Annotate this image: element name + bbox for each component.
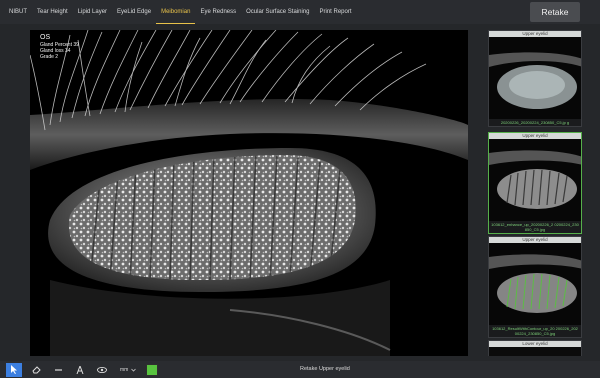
view-tool-button[interactable] [94, 363, 110, 377]
gland-analysis-readout: OS Gland Percent 39 Gland loss 34 Grade … [40, 34, 79, 60]
tab-eyelid-edge[interactable]: EyeLid Edge [112, 0, 156, 24]
eraser-tool-button[interactable] [28, 363, 44, 377]
bottom-toolbar: mm Retake Upper eyelid [0, 361, 600, 378]
thumbnail-filename: 103612_enhance_up_20200226_2 0200224_230… [489, 221, 581, 233]
tab-meibomian[interactable]: Meibomian [156, 0, 196, 24]
thumbnail-image [489, 37, 581, 119]
tab-eye-redness[interactable]: Eye Redness [195, 0, 241, 24]
tab-lipid-layer[interactable]: Lipid Layer [73, 0, 112, 24]
thumbnail-image [489, 347, 581, 356]
thumbnail-item[interactable]: Lower eyelid [488, 340, 582, 356]
app-window: NIBUT Tear Height Lipid Layer EyeLid Edg… [0, 0, 600, 378]
retake-button[interactable]: Retake [530, 2, 580, 22]
line-tool-button[interactable] [50, 363, 66, 377]
meibography-image[interactable]: OS Gland Percent 39 Gland loss 34 Grade … [30, 30, 468, 356]
eye-side-label: OS [40, 34, 51, 41]
thumbnail-item[interactable]: Upper eyelid 103612_ResultWithContour_up… [488, 236, 582, 338]
grade-text: Grade 2 [40, 54, 59, 60]
eyelid-scan-graphic [30, 30, 468, 356]
pointer-tool-button[interactable] [6, 362, 22, 377]
line-icon [54, 368, 62, 371]
thumbnail-item[interactable]: Upper eyelid 103612_enhance_up_20200226_… [488, 132, 582, 234]
text-a-icon [76, 365, 84, 374]
unit-dropdown[interactable]: mm [120, 366, 137, 373]
thumbnail-panel[interactable]: Upper eyelid 20200226_20200224_230850_C5… [486, 30, 584, 356]
status-text: Retake Upper eyelid [300, 366, 350, 372]
eraser-icon [31, 365, 41, 373]
eye-icon [97, 366, 107, 373]
text-tool-button[interactable] [72, 363, 88, 377]
thumbnail-image [489, 139, 581, 221]
tab-print-report[interactable]: Print Report [315, 0, 357, 24]
top-nav: NIBUT Tear Height Lipid Layer EyeLid Edg… [0, 0, 600, 24]
tab-ocular-surface-staining[interactable]: Ocular Surface Staining [241, 0, 314, 24]
thumbnail-image [489, 243, 581, 325]
chevron-down-icon [131, 368, 137, 372]
tab-tear-height[interactable]: Tear Height [32, 0, 73, 24]
cursor-arrow-icon [11, 365, 17, 374]
thumbnail-item[interactable]: Upper eyelid 20200226_20200224_230850_C5… [488, 30, 582, 127]
thumbnail-filename: 103612_ResultWithContour_up_20 200226_20… [489, 325, 581, 337]
thumbnail-filename: 20200226_20200224_230850_C5.jp g [489, 119, 581, 126]
tab-nibut[interactable]: NIBUT [4, 0, 32, 24]
unit-value: mm [120, 366, 129, 373]
pen-color-swatch[interactable] [146, 363, 159, 376]
